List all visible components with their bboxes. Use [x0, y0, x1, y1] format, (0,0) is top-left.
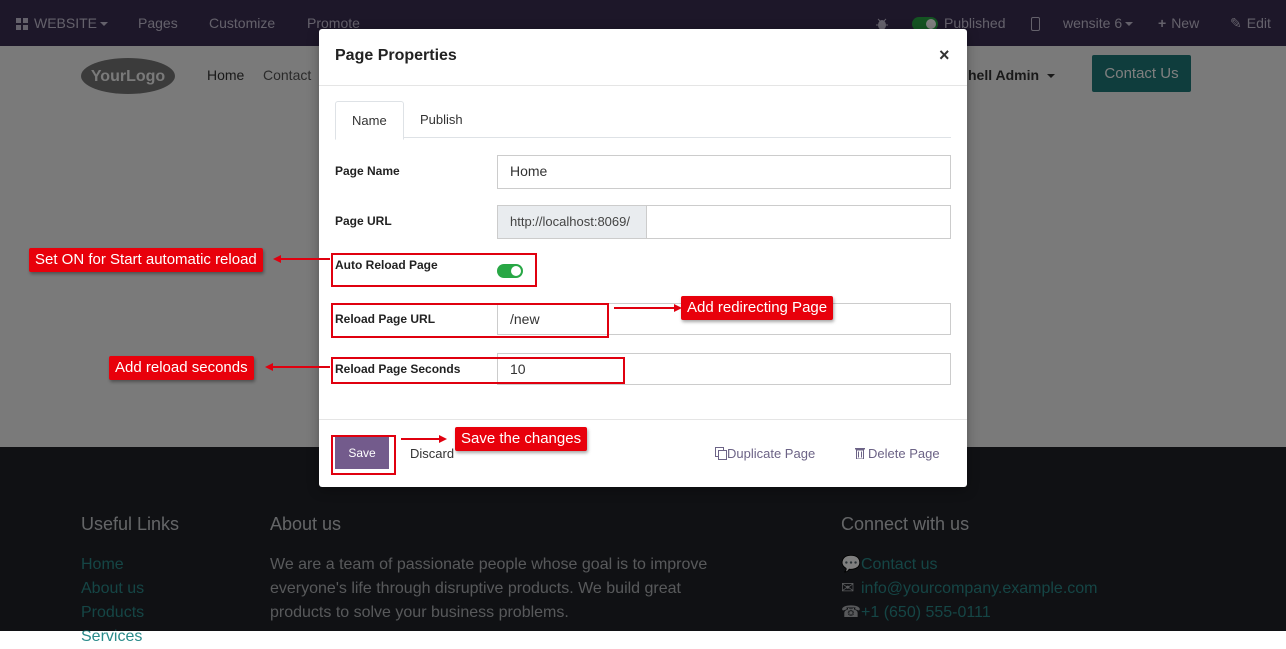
redirect-callout: Add redirecting Page	[681, 296, 834, 320]
header-divider	[319, 85, 967, 86]
seconds-arrow	[272, 366, 330, 368]
copy-icon	[715, 447, 727, 460]
tab-publish[interactable]: Publish	[404, 101, 479, 138]
page-url-label: Page URL	[335, 214, 392, 228]
tab-name[interactable]: Name	[335, 101, 404, 140]
page-name-input[interactable]: Home	[497, 155, 951, 189]
footer-divider	[319, 419, 967, 420]
save-arrow	[401, 438, 441, 440]
page-url-input[interactable]	[646, 205, 951, 239]
save-highlight	[331, 435, 396, 475]
redirect-arrow	[614, 307, 676, 309]
page-name-label: Page Name	[335, 164, 400, 178]
modal-title: Page Properties	[335, 47, 457, 64]
duplicate-page-button[interactable]: Duplicate Page	[715, 446, 815, 461]
discard-button[interactable]: Discard	[410, 446, 454, 461]
reload-url-highlight	[331, 303, 609, 338]
auto-reload-arrow	[280, 258, 330, 260]
trash-icon	[855, 448, 865, 460]
close-icon[interactable]: ×	[939, 45, 950, 66]
seconds-callout: Add reload seconds	[109, 356, 254, 380]
delete-page-label: Delete Page	[868, 446, 940, 461]
reload-seconds-highlight	[331, 357, 625, 384]
duplicate-page-label: Duplicate Page	[727, 446, 816, 461]
delete-page-button[interactable]: Delete Page	[855, 446, 940, 461]
auto-reload-callout: Set ON for Start automatic reload	[29, 248, 263, 272]
arrow-right-icon	[439, 435, 447, 443]
page-url-prefix: http://localhost:8069/	[497, 205, 647, 239]
auto-reload-highlight	[331, 253, 537, 287]
save-callout: Save the changes	[455, 427, 588, 451]
